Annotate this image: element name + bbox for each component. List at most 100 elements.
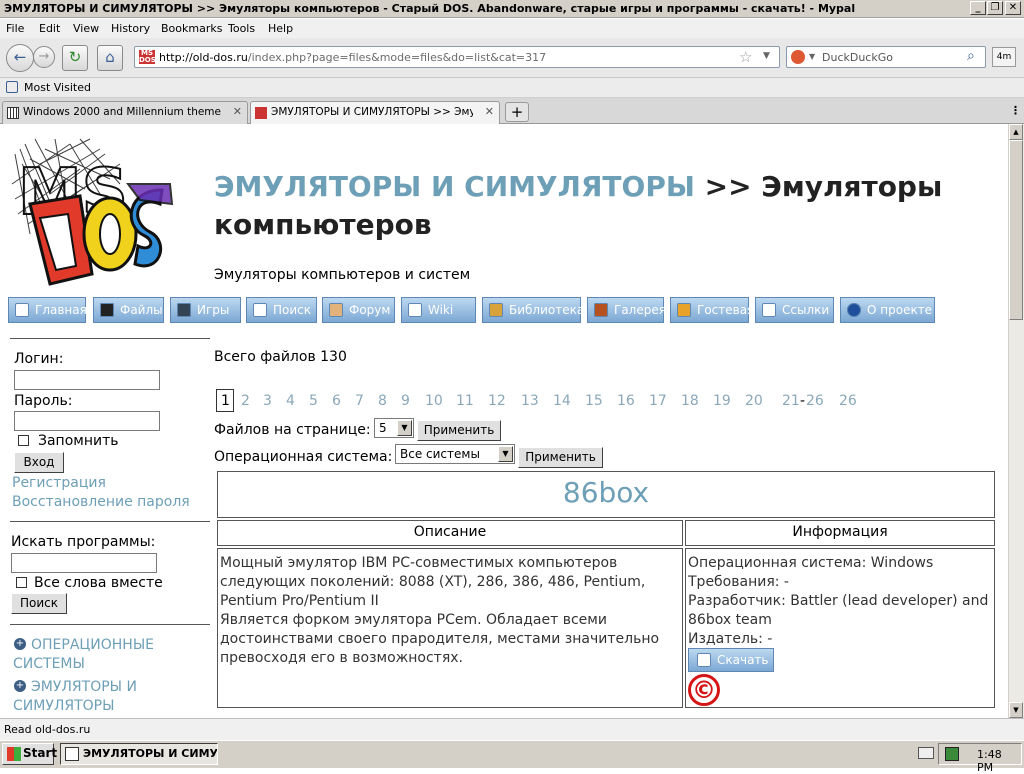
menu-games[interactable]: Игры bbox=[170, 297, 241, 323]
guestbook-icon bbox=[677, 303, 691, 317]
menu-files[interactable]: Файлы bbox=[93, 297, 164, 323]
page-link[interactable]: 8 bbox=[378, 393, 387, 409]
page-link[interactable]: 6 bbox=[332, 393, 341, 409]
page-link[interactable]: 13 bbox=[521, 393, 539, 409]
home-button[interactable]: ⌂ bbox=[97, 45, 123, 71]
menu-home-label: Главная bbox=[35, 303, 87, 317]
menu-file[interactable]: File bbox=[6, 22, 24, 35]
minimize-button[interactable]: _ bbox=[970, 1, 986, 15]
sidebar-divider bbox=[10, 521, 210, 522]
search-programs-input[interactable] bbox=[11, 553, 157, 573]
login-input[interactable] bbox=[14, 370, 160, 390]
page-link[interactable]: 11 bbox=[456, 393, 474, 409]
download-button[interactable]: Скачать bbox=[688, 648, 774, 672]
new-tab-button[interactable]: + bbox=[505, 102, 529, 122]
per-page-label: Файлов на странице: bbox=[214, 422, 371, 438]
restore-password-link[interactable]: Восстановление пароля bbox=[12, 494, 190, 510]
menu-wiki[interactable]: Wiki bbox=[401, 297, 476, 323]
category-emulators-link[interactable]: ЭМУЛЯТОРЫ И СИМУЛЯТОРЫ bbox=[13, 678, 203, 716]
menu-tools[interactable]: Tools bbox=[228, 22, 255, 35]
page-link[interactable]: 18 bbox=[681, 393, 699, 409]
all-words-checkbox[interactable] bbox=[16, 577, 27, 588]
bookmark-most-visited[interactable]: Most Visited bbox=[24, 81, 91, 94]
per-page-select[interactable]: 5 ▼ bbox=[374, 418, 414, 438]
page-link[interactable]: 4 bbox=[286, 393, 295, 409]
page-link[interactable]: 14 bbox=[553, 393, 571, 409]
url-dropdown-icon[interactable]: ▼ bbox=[763, 51, 770, 61]
search-programs-label: Искать программы: bbox=[11, 534, 156, 550]
page-range-end[interactable]: 26 bbox=[806, 393, 824, 409]
page-subtitle: Эмуляторы компьютеров и систем bbox=[214, 267, 471, 283]
remember-checkbox[interactable] bbox=[18, 435, 29, 446]
menu-bookmarks[interactable]: Bookmarks bbox=[161, 22, 222, 35]
menu-about[interactable]: О проекте bbox=[840, 297, 935, 323]
menu-library[interactable]: Библиотека bbox=[482, 297, 584, 323]
search-button[interactable]: Поиск bbox=[11, 593, 67, 614]
apply-per-page-button[interactable]: Применить bbox=[417, 420, 501, 441]
search-engine-dropdown-icon[interactable]: ▼ bbox=[809, 52, 815, 61]
keyboard-icon[interactable] bbox=[918, 747, 934, 759]
window-title-bar[interactable]: ЭМУЛЯТОРЫ И СИМУЛЯТОРЫ >> Эмуляторы комп… bbox=[0, 0, 1024, 18]
maximize-button[interactable]: ❐ bbox=[987, 1, 1003, 15]
scroll-down-button[interactable]: ▼ bbox=[1009, 702, 1023, 718]
register-link[interactable]: Регистрация bbox=[12, 475, 106, 491]
category-os-link[interactable]: ОПЕРАЦИОННЫЕ СИСТЕМЫ bbox=[13, 636, 203, 674]
file-title[interactable]: 86box bbox=[217, 476, 995, 509]
page-link[interactable]: 3 bbox=[263, 393, 272, 409]
page-link[interactable]: 2 bbox=[241, 393, 250, 409]
password-input[interactable] bbox=[14, 411, 160, 431]
close-tab-icon[interactable]: ✕ bbox=[233, 105, 242, 118]
login-label: Логин: bbox=[14, 351, 64, 367]
clock[interactable]: 1:48 PM bbox=[977, 748, 1021, 774]
page-link[interactable]: 20 bbox=[745, 393, 763, 409]
page-link[interactable]: 17 bbox=[649, 393, 667, 409]
menu-guestbook[interactable]: Гостевая bbox=[670, 297, 754, 323]
page-link[interactable]: 16 bbox=[617, 393, 635, 409]
taskbar-window-button[interactable]: ЭМУЛЯТОРЫ И СИМУ... bbox=[60, 743, 218, 765]
search-icon[interactable]: ⌕ bbox=[967, 48, 975, 64]
menu-help[interactable]: Help bbox=[268, 22, 293, 35]
page-range-start[interactable]: 21 bbox=[782, 393, 800, 409]
login-button[interactable]: Вход bbox=[14, 452, 64, 473]
page-link[interactable]: 10 bbox=[425, 393, 443, 409]
forward-button[interactable]: → bbox=[33, 46, 55, 68]
back-button[interactable]: ← bbox=[6, 44, 34, 72]
addon-badge[interactable]: 4m bbox=[992, 47, 1016, 67]
tab-windows-themes[interactable]: Windows 2000 and Millennium themes : t..… bbox=[2, 101, 248, 124]
tab-emulators[interactable]: ЭМУЛЯТОРЫ И СИМУЛЯТОРЫ >> Эму... ✕ bbox=[250, 101, 500, 124]
menu-view[interactable]: View bbox=[73, 22, 99, 35]
page-link[interactable]: 15 bbox=[585, 393, 603, 409]
apply-os-button[interactable]: Применить bbox=[518, 447, 603, 468]
magnifier-icon bbox=[253, 303, 267, 317]
close-button[interactable]: ✕ bbox=[1005, 1, 1021, 15]
close-tab-icon[interactable]: ✕ bbox=[485, 105, 494, 118]
search-box[interactable]: ▼ DuckDuckGo ⌕ bbox=[786, 46, 986, 68]
menu-history[interactable]: History bbox=[111, 22, 150, 35]
reload-button[interactable]: ↻ bbox=[62, 45, 88, 71]
home-icon: ⌂ bbox=[105, 48, 115, 66]
scroll-up-button[interactable]: ▲ bbox=[1009, 124, 1023, 140]
menu-forum[interactable]: Форум bbox=[322, 297, 395, 323]
menu-edit[interactable]: Edit bbox=[39, 22, 60, 35]
page-link-last[interactable]: 26 bbox=[839, 393, 857, 409]
menu-links[interactable]: Ссылки bbox=[755, 297, 834, 323]
header-category-link[interactable]: ЭМУЛЯТОРЫ И СИМУЛЯТОРЫ bbox=[214, 170, 695, 203]
address-bar[interactable]: MS DOS http://old-dos.ru/index.php?page=f… bbox=[134, 46, 780, 68]
url-host: http://old-dos.ru bbox=[159, 51, 248, 64]
bookmark-star-icon[interactable]: ☆ bbox=[739, 48, 752, 66]
menu-search[interactable]: Поиск bbox=[246, 297, 317, 323]
page-link[interactable]: 5 bbox=[309, 393, 318, 409]
page-link[interactable]: 9 bbox=[401, 393, 410, 409]
page-link[interactable]: 12 bbox=[488, 393, 506, 409]
site-logo[interactable]: MS bbox=[10, 134, 180, 294]
network-icon[interactable] bbox=[945, 747, 959, 761]
total-files: Всего файлов 130 bbox=[214, 349, 347, 365]
menu-home[interactable]: Главная bbox=[8, 297, 87, 323]
page-link[interactable]: 7 bbox=[355, 393, 364, 409]
start-button[interactable]: Start bbox=[2, 743, 57, 765]
os-filter-select[interactable]: Все системы ▼ bbox=[395, 444, 515, 464]
tab-list-button[interactable]: ⋮⋮ bbox=[1010, 104, 1024, 117]
page-link[interactable]: 19 bbox=[713, 393, 731, 409]
scroll-thumb[interactable] bbox=[1009, 140, 1023, 320]
menu-gallery[interactable]: Галерея bbox=[587, 297, 666, 323]
